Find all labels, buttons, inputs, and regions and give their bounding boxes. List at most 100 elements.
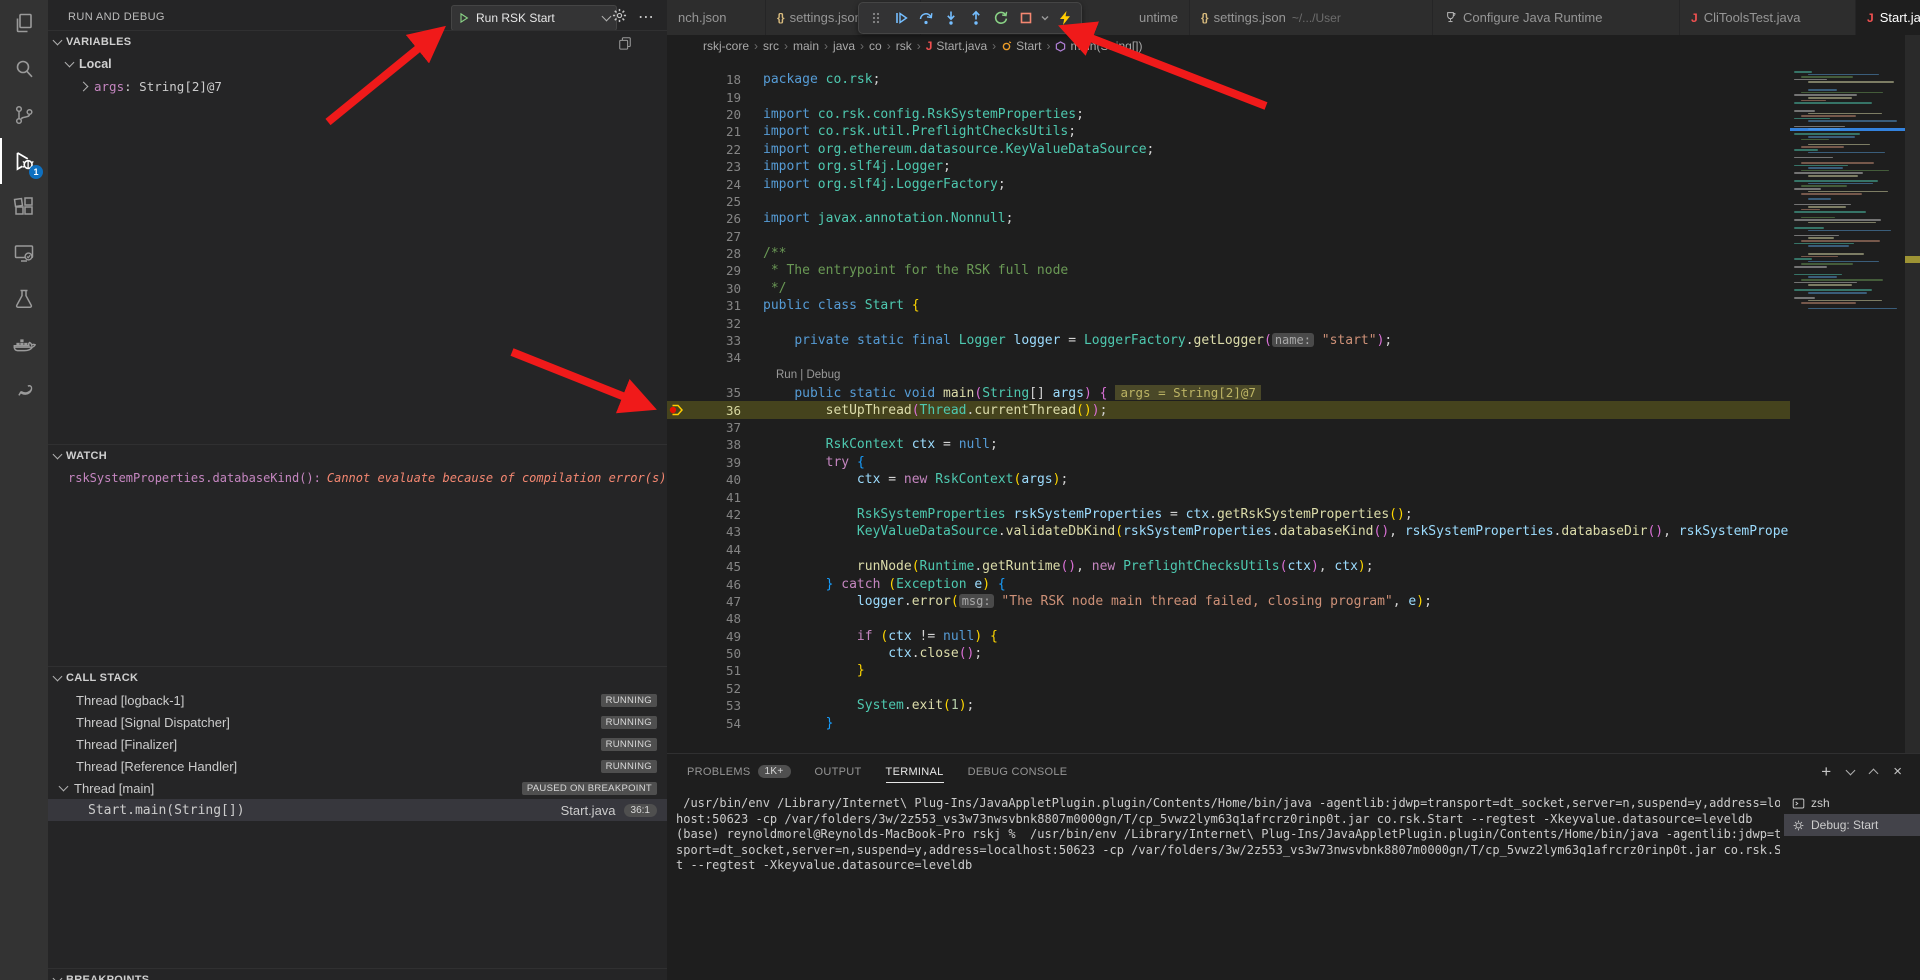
chevron-down-icon[interactable] xyxy=(602,12,612,22)
variables-section-header[interactable]: VARIABLES xyxy=(48,30,667,53)
continue-icon[interactable] xyxy=(888,5,913,31)
breadcrumb-item-start[interactable]: Start xyxy=(1001,39,1041,53)
breadcrumb-item-src[interactable]: src xyxy=(763,39,779,53)
testing-icon[interactable] xyxy=(0,276,48,322)
code-line-33[interactable]: 33 private static final Logger logger = … xyxy=(667,332,1790,349)
paused-breakpoint-icon[interactable] xyxy=(667,402,685,418)
code-line-24[interactable]: 24import org.slf4j.LoggerFactory; xyxy=(667,175,1790,192)
gradle-icon[interactable] xyxy=(0,368,48,414)
code-line-41[interactable]: 41 xyxy=(667,488,1790,505)
close-panel-icon[interactable]: × xyxy=(1893,763,1902,780)
step-out-icon[interactable] xyxy=(963,5,988,31)
code-line-46[interactable]: 46 } catch (Exception e) { xyxy=(667,575,1790,592)
start-debug-icon[interactable] xyxy=(458,12,470,24)
code-line-19[interactable]: 19 xyxy=(667,88,1790,105)
watch-expression-row[interactable]: rskSystemProperties.databaseKind(): Cann… xyxy=(48,467,667,489)
call-stack-thread-row[interactable]: Thread [logback-1]RUNNING xyxy=(48,689,667,711)
code-line-29[interactable]: 29 * The entrypoint for the RSK full nod… xyxy=(667,262,1790,279)
code-line-53[interactable]: 53 System.exit(1); xyxy=(667,697,1790,714)
stop-chevron-icon[interactable] xyxy=(1038,5,1052,31)
code-line-28[interactable]: 28/** xyxy=(667,245,1790,262)
code-line-45[interactable]: 45 runNode(Runtime.getRuntime(), new Pre… xyxy=(667,558,1790,575)
step-over-icon[interactable] xyxy=(913,5,938,31)
code-line-38[interactable]: 38 RskContext ctx = null; xyxy=(667,436,1790,453)
breadcrumb-item-main-string-[interactable]: main(String[]) xyxy=(1055,39,1142,53)
stop-icon[interactable] xyxy=(1013,5,1038,31)
tab-start-java[interactable]: JStart.java× xyxy=(1856,0,1920,35)
code-line-35[interactable]: 35 public static void main(String[] args… xyxy=(667,384,1790,401)
remote-explorer-icon[interactable] xyxy=(0,230,48,276)
run-and-debug-icon[interactable]: 1 xyxy=(0,138,48,184)
terminal-session-debug-start[interactable]: Debug: Start xyxy=(1784,814,1920,836)
breadcrumb-item-rskj-core[interactable]: rskj-core xyxy=(703,39,749,53)
code-line-21[interactable]: 21import co.rsk.util.PreflightChecksUtil… xyxy=(667,123,1790,140)
panel-tab-output[interactable]: OUTPUT xyxy=(805,754,872,789)
call-stack-thread-row[interactable]: Thread [Finalizer]RUNNING xyxy=(48,733,667,755)
watch-section-header[interactable]: WATCH xyxy=(48,444,667,467)
overview-ruler[interactable] xyxy=(1905,35,1920,753)
code-line-18[interactable]: 18package co.rsk; xyxy=(667,71,1790,88)
terminal-profile-chevron-icon[interactable] xyxy=(1846,765,1856,775)
code-line-23[interactable]: 23import org.slf4j.Logger; xyxy=(667,158,1790,175)
code-line-37[interactable]: 37 xyxy=(667,419,1790,436)
variables-scope-local[interactable]: Local xyxy=(48,53,667,75)
code-line-32[interactable]: 32 xyxy=(667,314,1790,331)
code-line-30[interactable]: 30 */ xyxy=(667,280,1790,297)
code-line-49[interactable]: 49 if (ctx != null) { xyxy=(667,628,1790,645)
terminal-output[interactable]: /usr/bin/env /Library/Internet\ Plug-Ins… xyxy=(676,796,1780,980)
more-actions-icon[interactable]: ⋯ xyxy=(638,7,654,27)
code-line-52[interactable]: 52 xyxy=(667,680,1790,697)
code-line-51[interactable]: 51 } xyxy=(667,662,1790,679)
breadcrumb-item-java[interactable]: java xyxy=(833,39,855,53)
code-line-36[interactable]: 36 setUpThread(Thread.currentThread()); xyxy=(667,401,1790,418)
code-line-31[interactable]: 31public class Start { xyxy=(667,297,1790,314)
breadcrumb-item-rsk[interactable]: rsk xyxy=(896,39,912,53)
code-line-47[interactable]: 47 logger.error(msg: "The RSK node main … xyxy=(667,593,1790,610)
panel-tab-terminal[interactable]: TERMINAL xyxy=(876,754,954,789)
code-line-26[interactable]: 26import javax.annotation.Nonnull; xyxy=(667,210,1790,227)
call-stack-thread-row[interactable]: Thread [main]PAUSED ON BREAKPOINT xyxy=(48,777,667,799)
code-line-25[interactable]: 25 xyxy=(667,193,1790,210)
extensions-icon[interactable] xyxy=(0,184,48,230)
code-line-22[interactable]: 22import org.ethereum.datasource.KeyValu… xyxy=(667,141,1790,158)
code-line-43[interactable]: 43 KeyValueDataSource.validateDbKind(rsk… xyxy=(667,523,1790,540)
code-line-40[interactable]: 40 ctx = new RskContext(args); xyxy=(667,471,1790,488)
code-line-44[interactable]: 44 xyxy=(667,541,1790,558)
gear-icon[interactable] xyxy=(612,8,627,23)
docker-icon[interactable] xyxy=(0,322,48,368)
call-stack-thread-row[interactable]: Thread [Signal Dispatcher]RUNNING xyxy=(48,711,667,733)
breadcrumb-item-co[interactable]: co xyxy=(869,39,882,53)
step-into-icon[interactable] xyxy=(938,5,963,31)
hot-code-replace-icon[interactable] xyxy=(1052,5,1077,31)
maximize-panel-icon[interactable] xyxy=(1869,769,1879,779)
code-line-54[interactable]: 54 } xyxy=(667,714,1790,731)
breadcrumb-item-start-java[interactable]: JStart.java xyxy=(926,39,987,53)
code-line-50[interactable]: 50 ctx.close(); xyxy=(667,645,1790,662)
code-line-34[interactable]: 34 xyxy=(667,349,1790,366)
code-line-42[interactable]: 42 RskSystemProperties rskSystemProperti… xyxy=(667,506,1790,523)
panel-tab-problems[interactable]: PROBLEMS1K+ xyxy=(677,754,801,789)
search-icon[interactable] xyxy=(0,46,48,92)
debug-config-select[interactable]: Run RSK Start xyxy=(451,5,617,31)
tab-configure-java-runtime[interactable]: Configure Java Runtime xyxy=(1433,0,1680,35)
code-line-20[interactable]: 20import co.rsk.config.RskSystemProperti… xyxy=(667,106,1790,123)
breadcrumb-item-main[interactable]: main xyxy=(793,39,819,53)
tab-clitoolstest-java[interactable]: JCliToolsTest.java xyxy=(1680,0,1856,35)
source-control-icon[interactable] xyxy=(0,92,48,138)
breakpoints-section-header[interactable]: BREAKPOINTS xyxy=(48,968,667,980)
variable-row-args[interactable]: args: String[2]@7 xyxy=(48,75,667,97)
call-stack-section-header[interactable]: CALL STACK xyxy=(48,666,667,689)
code-line-27[interactable]: 27 xyxy=(667,228,1790,245)
explorer-icon[interactable] xyxy=(0,0,48,46)
tab-settings-json[interactable]: {}settings.json~/.../User xyxy=(1190,0,1433,35)
terminal-session-zsh[interactable]: zsh xyxy=(1784,792,1920,814)
restart-icon[interactable] xyxy=(988,5,1013,31)
code-line-39[interactable]: 39 try { xyxy=(667,454,1790,471)
tab-nch-json[interactable]: nch.json xyxy=(667,0,766,35)
codelens-run-debug[interactable]: Run | Debug xyxy=(745,369,840,381)
panel-tab-debug-console[interactable]: DEBUG CONSOLE xyxy=(958,754,1078,789)
code-editor[interactable]: 18package co.rsk;1920import co.rsk.confi… xyxy=(667,57,1790,753)
new-terminal-icon[interactable]: + xyxy=(1821,763,1831,780)
call-stack-frame-row[interactable]: Start.main(String[])Start.java36:1 xyxy=(48,799,667,821)
code-line-48[interactable]: 48 xyxy=(667,610,1790,627)
